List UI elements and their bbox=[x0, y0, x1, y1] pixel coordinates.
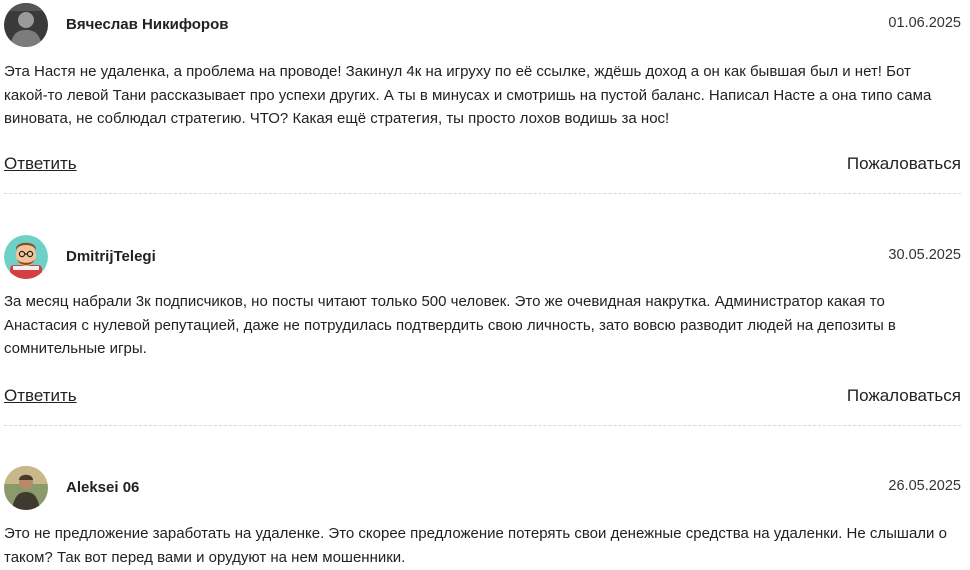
comment-author: Вячеслав Никифоров bbox=[66, 16, 229, 33]
avatar[interactable] bbox=[4, 3, 48, 47]
comment-header: Aleksei 06 26.05.2025 bbox=[4, 466, 961, 512]
comment-actions: Ответить Пожаловаться bbox=[4, 386, 961, 410]
comment-text: Это не предложение заработать на удаленк… bbox=[4, 525, 947, 566]
comment-author: DmitrijTelegi bbox=[66, 248, 156, 265]
cartoon-avatar-icon bbox=[4, 235, 48, 279]
comment-date: 30.05.2025 bbox=[888, 247, 961, 263]
comment-header: DmitrijTelegi 30.05.2025 bbox=[4, 235, 961, 281]
comment-text: Эта Настя не удаленка, а проблема на про… bbox=[4, 63, 932, 127]
comment-author: Aleksei 06 bbox=[66, 479, 140, 496]
avatar[interactable] bbox=[4, 466, 48, 510]
comment-divider bbox=[4, 193, 961, 194]
report-button[interactable]: Пожаловаться bbox=[847, 154, 961, 174]
reply-button[interactable]: Ответить bbox=[4, 386, 77, 406]
comment-actions: Ответить Пожаловаться bbox=[4, 154, 961, 178]
comment-divider bbox=[4, 425, 961, 426]
user-photo-icon bbox=[4, 3, 48, 47]
avatar[interactable] bbox=[4, 235, 48, 279]
report-button[interactable]: Пожаловаться bbox=[847, 386, 961, 406]
comment-header: Вячеслав Никифоров 01.06.2025 bbox=[4, 3, 961, 49]
user-photo-icon bbox=[4, 466, 48, 510]
comment-text: За месяц набрали 3к подписчиков, но пост… bbox=[4, 293, 896, 357]
comment-date: 26.05.2025 bbox=[888, 478, 961, 494]
comment-date: 01.06.2025 bbox=[888, 15, 961, 31]
reply-button[interactable]: Ответить bbox=[4, 154, 77, 174]
